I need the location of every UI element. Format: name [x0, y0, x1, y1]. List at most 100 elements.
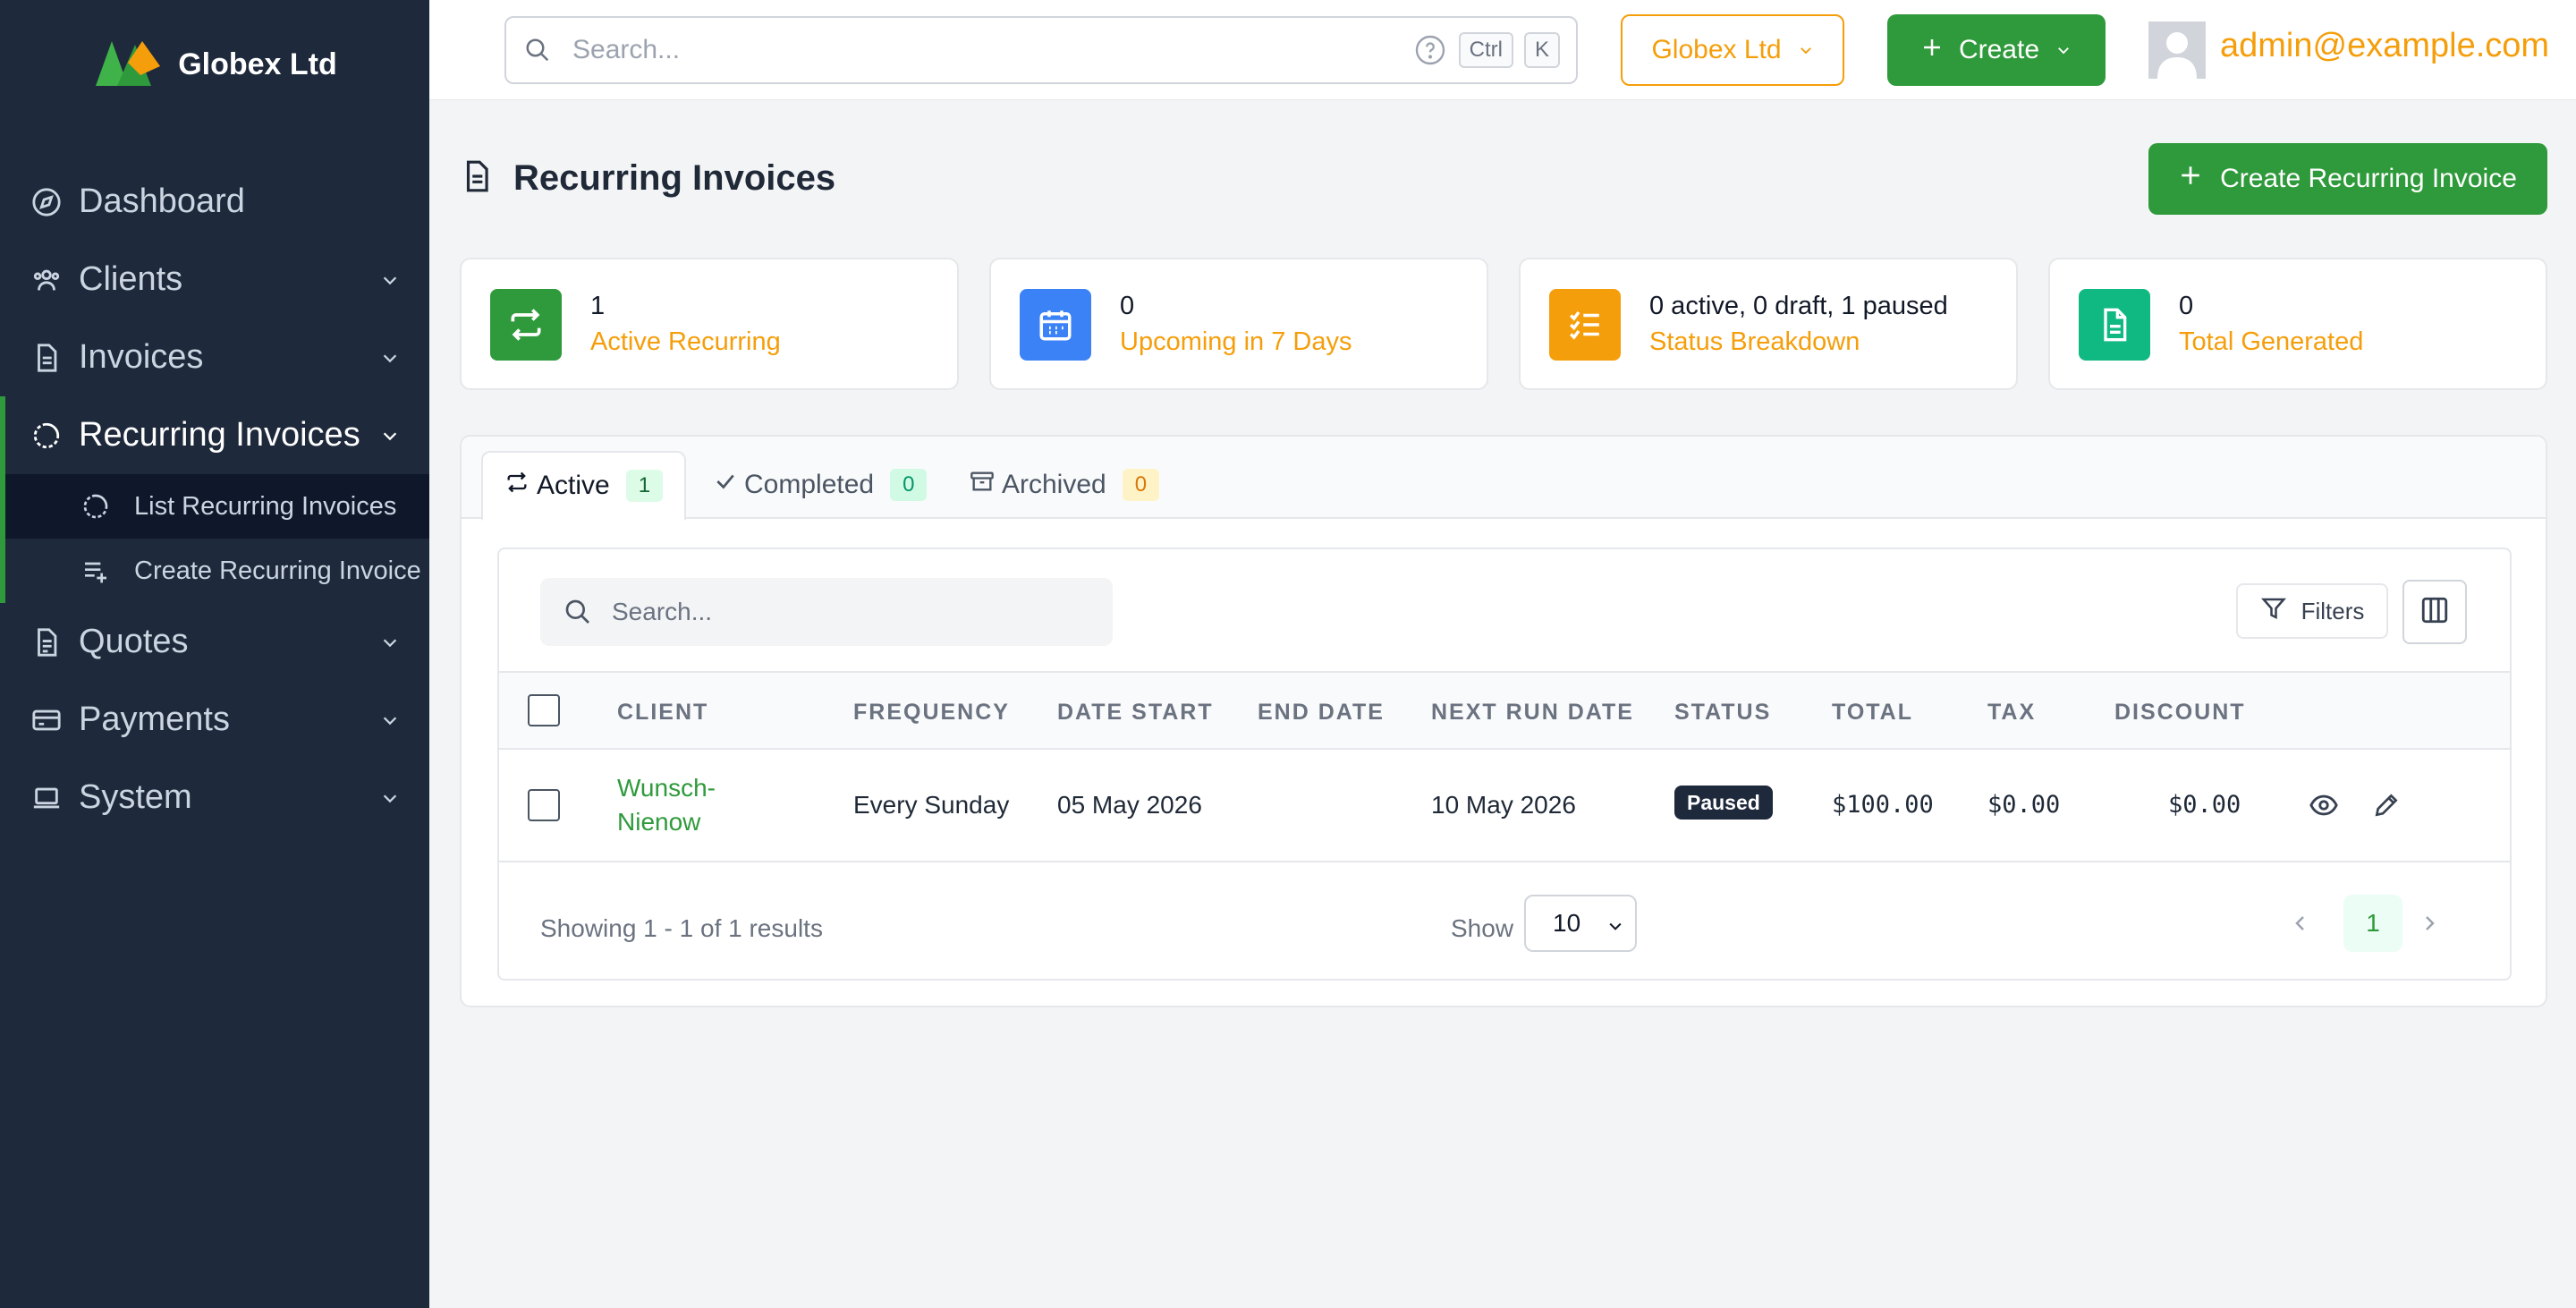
results-summary: Showing 1 - 1 of 1 results — [540, 914, 823, 942]
tab-count-badge: 0 — [1122, 469, 1160, 501]
column-header-client[interactable]: CLIENT — [617, 700, 708, 726]
kbd-ctrl: Ctrl — [1458, 32, 1513, 68]
company-switcher[interactable]: Globex Ltd — [1621, 14, 1844, 86]
total-cell: $100.00 — [1832, 791, 1934, 819]
chevron-down-icon — [1606, 913, 1624, 941]
view-eye-icon[interactable] — [2306, 787, 2342, 823]
stat-value: 0 — [1120, 292, 1135, 320]
column-header-tax[interactable]: TAX — [1987, 700, 2036, 726]
recurring-invoices-submenu: List Recurring Invoices Create Recurring… — [0, 474, 429, 603]
column-header-end-date[interactable]: END DATE — [1258, 700, 1385, 726]
pagination-next-icon[interactable] — [2410, 904, 2449, 943]
stat-value: 1 — [590, 292, 606, 320]
column-header-total[interactable]: TOTAL — [1832, 700, 1913, 726]
sidebar-item-label: Quotes — [79, 623, 189, 660]
repeat-icon — [490, 289, 562, 361]
chevron-down-icon — [377, 786, 402, 811]
file-text-icon — [30, 342, 63, 374]
table-search-input[interactable]: Search... — [612, 598, 712, 626]
chevron-down-icon — [377, 708, 402, 733]
sidebar-item-payments[interactable]: Payments — [0, 681, 429, 759]
page-size-select[interactable]: 10 — [1524, 895, 1637, 952]
page-size-value: 10 — [1553, 909, 1581, 937]
sidebar-item-label: System — [79, 778, 192, 816]
filters-button[interactable]: Filters — [2236, 583, 2388, 639]
chevron-down-icon — [1798, 35, 1814, 65]
repeat-icon — [504, 470, 530, 502]
sidebar-item-label: Dashboard — [79, 183, 245, 220]
sidebar-item-label: Payments — [79, 701, 230, 738]
column-header-status[interactable]: STATUS — [1674, 700, 1771, 726]
avatar[interactable] — [2148, 21, 2206, 79]
columns-toggle-button[interactable] — [2402, 580, 2467, 644]
create-recurring-invoice-button[interactable]: Create Recurring Invoice — [2148, 143, 2547, 215]
search-input[interactable]: Search... — [572, 35, 1412, 65]
sidebar-item-clients[interactable]: Clients — [0, 241, 429, 319]
tab-count-badge: 1 — [625, 470, 664, 502]
column-header-date-start[interactable]: DATE START — [1057, 700, 1214, 726]
row-checkbox[interactable] — [528, 789, 560, 821]
tab-completed[interactable]: Completed 0 — [692, 451, 948, 519]
sidebar-subitem-create-recurring-invoice[interactable]: Create Recurring Invoice — [0, 539, 429, 603]
users-icon — [30, 264, 63, 296]
sidebar-item-recurring-invoices[interactable]: Recurring Invoices — [0, 396, 429, 474]
column-header-next-run-date[interactable]: NEXT RUN DATE — [1431, 700, 1634, 726]
tab-archived[interactable]: Archived 0 — [948, 451, 1181, 519]
stat-card-total-generated: 0 Total Generated — [2048, 258, 2547, 390]
search-icon — [562, 596, 594, 628]
sidebar-item-invoices[interactable]: Invoices — [0, 319, 429, 396]
list-plus-icon — [80, 556, 111, 586]
brand-name: Globex Ltd — [178, 47, 337, 81]
document-icon — [2079, 289, 2150, 361]
stat-card-status-breakdown: 0 active, 0 draft, 1 paused Status Break… — [1519, 258, 2018, 390]
recurring-icon — [80, 491, 111, 522]
client-link[interactable]: Wunsch- Nienow — [617, 771, 716, 839]
sidebar-item-label: Recurring Invoices — [79, 416, 360, 454]
sidebar-subitem-list-recurring-invoices[interactable]: List Recurring Invoices — [0, 474, 429, 539]
stat-label: Upcoming in 7 Days — [1120, 327, 1352, 356]
create-menu-button[interactable]: Create — [1887, 14, 2106, 86]
column-header-discount[interactable]: DISCOUNT — [2114, 700, 2246, 726]
topbar: Search... Ctrl K Globex Ltd Create admin… — [429, 0, 2576, 100]
user-email[interactable]: admin@example.com — [2220, 27, 2549, 65]
sidebar-item-system[interactable]: System — [0, 759, 429, 837]
sidebar-item-dashboard[interactable]: Dashboard — [0, 163, 429, 241]
compass-icon — [30, 186, 63, 218]
tab-label: Archived — [1002, 470, 1106, 499]
table-header: CLIENT FREQUENCY DATE START END DATE NEX… — [499, 671, 2510, 750]
brand[interactable]: Globex Ltd — [0, 0, 429, 129]
frequency-cell: Every Sunday — [853, 791, 1010, 819]
table-search[interactable]: Search... — [540, 578, 1113, 646]
global-search[interactable]: Search... Ctrl K — [504, 16, 1578, 84]
sidebar-item-quotes[interactable]: Quotes — [0, 603, 429, 681]
chevron-down-icon — [377, 345, 402, 370]
page-title: Recurring Invoices — [513, 158, 836, 198]
edit-pencil-icon[interactable] — [2368, 787, 2404, 823]
recurring-invoices-panel: Active 1 Completed 0 Archived 0 Search..… — [460, 435, 2547, 1007]
check-icon — [714, 470, 737, 500]
sidebar-item-label: Invoices — [79, 338, 204, 376]
column-header-frequency[interactable]: FREQUENCY — [853, 700, 1010, 726]
page-size-label: Show — [1451, 914, 1514, 942]
file-quote-icon — [30, 626, 63, 658]
stat-label: Total Generated — [2179, 327, 2364, 356]
recurring-icon — [30, 420, 63, 452]
tab-active[interactable]: Active 1 — [481, 451, 687, 521]
create-recurring-invoice-label: Create Recurring Invoice — [2220, 164, 2517, 193]
help-icon[interactable] — [1412, 32, 1448, 68]
client-name-line: Wunsch- — [617, 774, 716, 802]
pagination-prev-icon[interactable] — [2281, 904, 2320, 943]
chevron-down-icon — [377, 423, 402, 448]
tab-label: Completed — [744, 470, 875, 499]
discount-cell: $0.00 — [2168, 791, 2241, 819]
plus-icon — [2179, 164, 2202, 194]
table-row[interactable]: Wunsch- Nienow Every Sunday 05 May 2026 … — [499, 750, 2510, 862]
file-text-icon — [460, 157, 494, 200]
sidebar-nav: Dashboard Clients Invoices Recurring Inv… — [0, 163, 429, 837]
laptop-icon — [30, 782, 63, 814]
select-all-checkbox[interactable] — [528, 694, 560, 726]
pagination-current-page[interactable]: 1 — [2343, 895, 2402, 952]
tab-label: Active — [537, 471, 610, 500]
sidebar-subitem-label: Create Recurring Invoice — [134, 556, 421, 585]
company-name: Globex Ltd — [1651, 35, 1782, 64]
